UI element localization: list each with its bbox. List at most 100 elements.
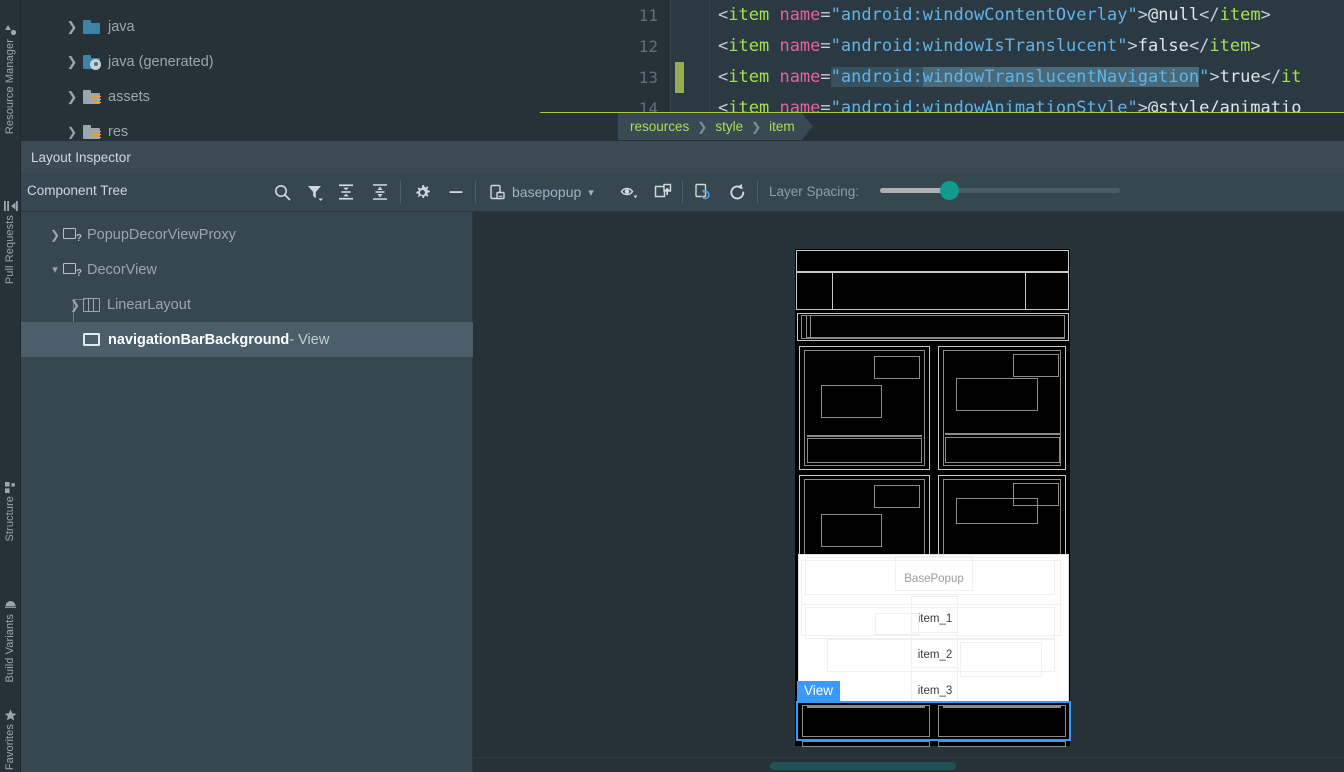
project-row-label: java	[108, 18, 135, 35]
folder-resources-icon	[83, 89, 101, 104]
below-left-remnant	[802, 741, 930, 747]
pull-requests-icon	[3, 200, 18, 215]
project-row-label: java (generated)	[108, 53, 214, 70]
chevron-down-icon[interactable]: ▾	[47, 263, 63, 276]
tool-tab-build-variants[interactable]: Build Variants	[0, 560, 21, 682]
horizontal-scrollbar-thumb[interactable]	[770, 762, 956, 770]
below-right-remnant	[938, 741, 1066, 747]
change-marker[interactable]	[675, 62, 684, 93]
editor-line[interactable]: 13 <item name="android:windowTranslucentN…	[540, 62, 1344, 93]
unknown-view-icon: ?	[63, 228, 82, 244]
expand-all-icon[interactable]	[335, 181, 357, 203]
layer-spacing-slider[interactable]	[880, 181, 1120, 200]
structure-icon	[4, 482, 17, 496]
chevron-down-icon[interactable]: ❯	[61, 125, 83, 139]
chevron-down-icon[interactable]: ▾	[588, 186, 594, 199]
left-tool-strip: Resource Manager Pull Requests Structure…	[0, 0, 21, 772]
card-2-thumb	[956, 378, 1038, 411]
refresh-layout-icon[interactable]	[692, 181, 714, 203]
tool-tab-label: Pull Requests	[4, 214, 16, 284]
status-badge: View	[797, 681, 841, 702]
tree-row-sublabel: - View	[289, 331, 330, 348]
folder-generated-icon	[83, 54, 101, 70]
tool-tab-pull-requests[interactable]: Pull Requests	[0, 168, 21, 284]
folder-resources-icon	[83, 124, 101, 139]
chevron-right-icon: ❯	[751, 119, 762, 134]
tool-tab-label: Favorites	[4, 723, 16, 770]
tool-tab-favorites[interactable]: Favorites	[0, 690, 21, 770]
line-code: <item name="android:windowAnimationStyle…	[718, 98, 1302, 113]
search-icon[interactable]	[271, 181, 293, 203]
device-name: basepopup	[512, 184, 582, 200]
breadcrumb-item-item[interactable]: item	[769, 119, 795, 134]
editor-line[interactable]: 12 <item name="android:windowIsTranslucen…	[540, 31, 1344, 62]
tree-row-linearlayout[interactable]: ❯ LinearLayout	[21, 287, 473, 322]
popup-row-g	[960, 642, 1042, 677]
project-row-label: assets	[108, 88, 150, 105]
folder-icon	[83, 19, 100, 34]
view-icon	[83, 333, 100, 346]
tree-row-popupdecorviewproxy[interactable]: ❯ ? PopupDecorViewProxy	[21, 217, 473, 252]
project-row-label: res	[108, 123, 129, 140]
project-row-assets[interactable]: ❯ assets	[21, 79, 540, 114]
toolbar-separator-2	[475, 180, 476, 204]
toolbar-separator-4	[757, 180, 758, 204]
breadcrumb-item-resources[interactable]: resources	[630, 119, 689, 134]
card-1-thumb	[821, 385, 882, 418]
card-2-divider	[945, 433, 1060, 435]
slider-thumb[interactable]	[940, 181, 959, 200]
tree-row-label: DecorView	[87, 261, 157, 278]
toolbar-left-cell	[796, 272, 833, 310]
load-overlay-icon[interactable]	[652, 181, 674, 203]
item-3-label: item_3	[917, 685, 953, 697]
tool-tab-label: Structure	[4, 496, 16, 542]
chevron-right-icon[interactable]: ❯	[61, 19, 83, 35]
editor-line[interactable]: 14 <item name="android:windowAnimationSty…	[540, 93, 1344, 113]
status-bar	[796, 250, 1069, 272]
layer-spacing-label: Layer Spacing:	[769, 184, 860, 199]
line-number: 11	[638, 6, 658, 25]
device-icon	[489, 184, 506, 201]
card-3-thumb	[821, 514, 882, 547]
chevron-right-icon[interactable]: ❯	[67, 298, 83, 312]
line-code: <item name="android:windowTranslucentNav…	[718, 67, 1302, 87]
project-row-java-generated[interactable]: ❯ java (generated)	[21, 44, 540, 79]
tool-tab-label: Build Variants	[4, 613, 16, 682]
card-1-divider	[807, 435, 922, 437]
search-field	[806, 315, 1065, 339]
chevron-right-icon[interactable]: ❯	[61, 89, 83, 105]
android-studio-window: Resource Manager Pull Requests Structure…	[0, 0, 1344, 772]
chevron-right-icon: ❯	[697, 119, 708, 134]
project-row-java[interactable]: ❯ java	[21, 9, 540, 44]
tree-row-decorview[interactable]: ▾ ? DecorView	[21, 252, 473, 287]
device-selector[interactable]: basepopup ▾	[489, 181, 594, 203]
reload-icon[interactable]	[726, 181, 748, 203]
breadcrumb-bar: resources ❯ style ❯ item	[540, 113, 1344, 140]
tool-tab-resource-manager[interactable]: Resource Manager	[0, 4, 21, 134]
breadcrumb-item-style[interactable]: style	[715, 119, 743, 134]
editor-line[interactable]: 11 <item name="android:windowContentOverl…	[540, 0, 1344, 31]
eye-icon[interactable]	[618, 181, 640, 203]
device-render[interactable]: BasePopup item_1 item_2 item_3 View	[795, 249, 1071, 747]
project-tree: ❯ java ❯ java (generated) ❯ assets ❯ res	[21, 0, 540, 141]
toolbar-separator-3	[682, 180, 683, 204]
line-number: 13	[638, 68, 658, 87]
layout-preview-canvas[interactable]: BasePopup item_1 item_2 item_3 View	[473, 212, 1344, 757]
gear-icon[interactable]	[411, 181, 433, 203]
tool-tab-structure[interactable]: Structure	[0, 450, 21, 542]
line-code: <item name="android:windowContentOverlay…	[718, 5, 1271, 25]
filter-icon[interactable]	[304, 181, 326, 203]
card-1-badge	[874, 356, 920, 379]
line-number: 14	[638, 99, 658, 113]
chevron-right-icon[interactable]: ❯	[61, 54, 83, 70]
breadcrumb[interactable]: resources ❯ style ❯ item	[618, 113, 813, 140]
minimize-icon[interactable]	[445, 181, 467, 203]
tree-row-navigationbarbackground[interactable]: navigationBarBackground - View	[21, 322, 473, 357]
page-title: Layout Inspector	[31, 149, 131, 165]
collapse-all-icon[interactable]	[369, 181, 391, 203]
chevron-right-icon[interactable]: ❯	[47, 228, 63, 242]
horizontal-scrollbar-track[interactable]	[473, 757, 1344, 772]
layout-inspector-title-bar: Layout Inspector	[21, 141, 1344, 173]
resource-manager-icon	[4, 24, 17, 39]
code-editor[interactable]: 11 <item name="android:windowContentOverl…	[540, 0, 1344, 113]
